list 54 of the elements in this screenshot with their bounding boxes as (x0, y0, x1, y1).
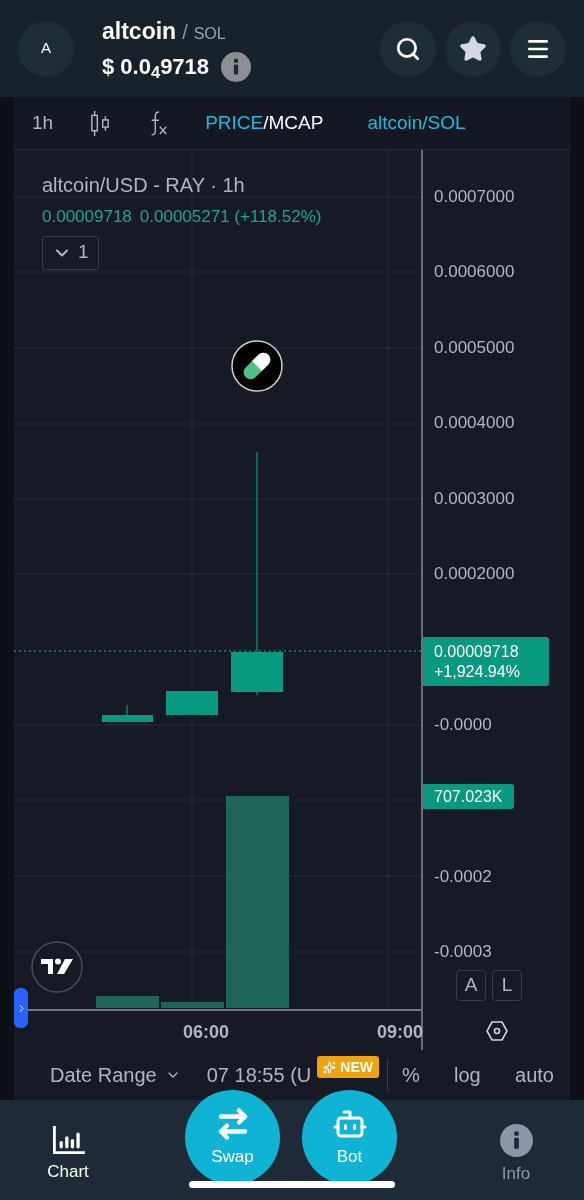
candlestick (102, 704, 153, 722)
nav-tab[interactable]: Info (448, 1120, 584, 1190)
time-axis-label: 06:00 (183, 1021, 229, 1044)
timestamp: 07 18:55 (U (206, 1063, 312, 1088)
tag-price: 0.00009718 (434, 641, 520, 662)
bar-chart-icon (51, 1125, 85, 1156)
scale-option[interactable]: % (401, 1060, 420, 1090)
price-axis-label: 0.0003000 (434, 490, 515, 507)
time-axis-label: 09:00 (377, 1021, 423, 1044)
candles-icon[interactable] (89, 109, 112, 137)
price-mode-toggle[interactable]: PRICE (205, 108, 264, 138)
volume-bar (96, 996, 159, 1008)
star-icon (459, 34, 487, 63)
price-axis-label: -0.0000 (434, 716, 492, 733)
scale-button[interactable]: A (456, 970, 486, 1001)
token-name: altcoin (102, 16, 177, 46)
sparkle-icon (323, 1060, 337, 1074)
token-price: $ 0.0$_{4}$9718 (102, 53, 210, 84)
pair-separator: / (182, 19, 188, 45)
price-mode-toggle[interactable]: MCAP (268, 108, 324, 138)
scale-option[interactable]: auto (515, 1060, 554, 1090)
price-axis-label: 0.0007000 (434, 188, 515, 205)
search-icon (395, 35, 421, 62)
interval-button[interactable]: 1h (32, 108, 54, 138)
price-axis-label: -0.0003 (434, 943, 492, 960)
chart-title: altcoin/USD - RAY · 1h (42, 173, 245, 198)
side-panel-handle[interactable] (14, 988, 28, 1028)
price-axis-label: 0.0004000 (434, 414, 515, 431)
pair-toggle[interactable]: altcoin/SOL (367, 108, 466, 138)
settings-icon[interactable] (484, 1019, 509, 1043)
quote-symbol: SOL (193, 23, 226, 44)
candlestick (166, 691, 218, 715)
logo-icon[interactable] (31, 941, 83, 993)
volume-tag: 707.023K (423, 784, 514, 809)
avatar: A (18, 20, 74, 77)
price-axis-label: 0.0002000 (434, 565, 515, 582)
price-change: 0.00005271 (+118.52%) (139, 206, 322, 228)
last-price: 0.00009718 (42, 206, 132, 228)
scale-button[interactable]: L (492, 970, 522, 1001)
price-axis-label: 0.0006000 (434, 263, 515, 280)
indicators-toggle[interactable]: 1 (42, 235, 99, 270)
price-axis-label: -0.0002 (434, 868, 492, 885)
info-icon (221, 51, 252, 82)
chevron-right-icon (18, 1003, 24, 1013)
nav-tab[interactable]: Chart (0, 1120, 136, 1190)
new-badge: NEW (317, 1056, 379, 1078)
volume-bar (161, 1002, 224, 1008)
date-range-dropdown[interactable]: Date Range (50, 1060, 181, 1090)
tag-change: +1,924.94% (434, 661, 521, 682)
info-icon (499, 1123, 533, 1157)
pill-icon[interactable] (231, 340, 283, 392)
scale-option[interactable]: log (454, 1060, 481, 1090)
mode-separator: / (263, 110, 269, 135)
price-axis-label: 0.0005000 (434, 339, 515, 356)
